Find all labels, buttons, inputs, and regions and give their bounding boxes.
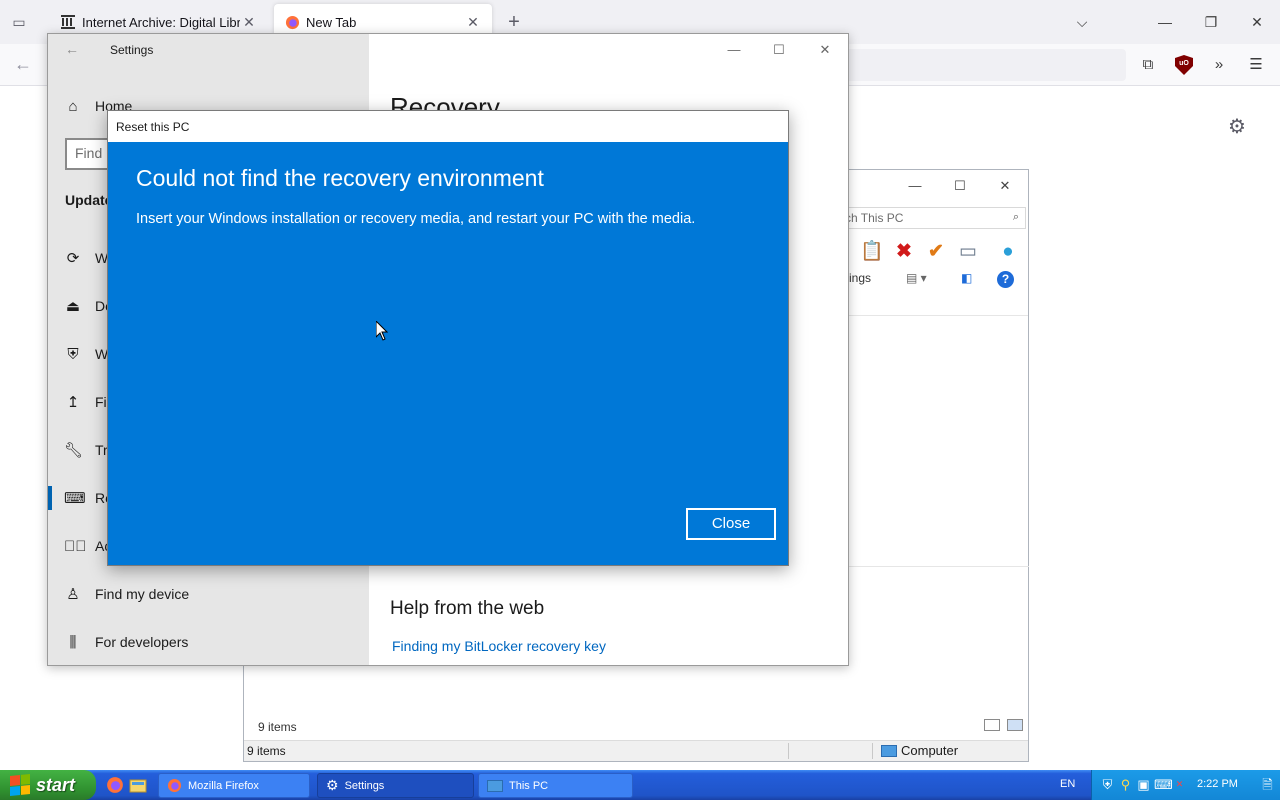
view-layout-dropdown-icon[interactable]: ▤ ▾ <box>906 271 927 285</box>
explorer-quicklaunch-icon[interactable] <box>129 776 147 794</box>
minimize-icon[interactable]: — <box>719 40 749 60</box>
computer-icon <box>487 779 503 792</box>
list-all-tabs-icon[interactable]: ▭ <box>10 13 28 31</box>
taskbar-item-settings[interactable]: ⚙ Settings <box>317 773 474 798</box>
search-placeholder: rch This PC <box>841 211 904 225</box>
sidebar-item-find-my-device[interactable]: ♙ Find my device <box>48 574 369 614</box>
reset-pc-dialog: Reset this PC Could not find the recover… <box>107 110 789 566</box>
tab-overflow-chevron-icon[interactable]: ⌵ <box>1070 10 1094 34</box>
dialog-message: Insert your Windows installation or reco… <box>136 211 696 227</box>
wrench-icon: 🔧︎ <box>64 442 84 459</box>
start-button[interactable]: start <box>0 770 96 800</box>
search-placeholder: Find <box>75 145 103 161</box>
find-device-icon: ♙ <box>66 586 80 603</box>
dialog-title: Reset this PC <box>108 111 788 142</box>
status-location-label: Computer <box>901 743 959 758</box>
gear-icon: ⚙ <box>326 777 339 793</box>
maximize-icon[interactable]: ☐ <box>764 40 794 60</box>
details-view-icon[interactable] <box>984 719 1000 731</box>
notes-icon[interactable]: 🗎︎ <box>1260 777 1275 792</box>
section-heading: Update <box>65 192 113 208</box>
display-icon[interactable]: ▣ <box>1136 777 1151 792</box>
minimize-icon[interactable]: — <box>1153 10 1177 34</box>
tab-label: New Tab <box>306 14 357 30</box>
help-section-title: Help from the web <box>390 598 545 619</box>
preview-pane-icon[interactable]: ◧ <box>961 271 972 285</box>
delivery-optimization-icon: ⏏ <box>65 298 81 315</box>
home-icon: ⌂ <box>68 97 78 115</box>
status-bar: 9 items Computer <box>244 740 1028 761</box>
close-icon[interactable]: ✕ <box>1245 10 1269 34</box>
taskbar-item-label: Mozilla Firefox <box>188 779 259 792</box>
content-divider <box>849 566 1029 567</box>
close-icon[interactable]: ✕ <box>810 40 840 60</box>
clock[interactable]: 2:22 PM <box>1197 778 1238 790</box>
window-title: Settings <box>110 43 154 57</box>
language-indicator[interactable]: EN <box>1060 778 1075 790</box>
recovery-icon: ⌨ <box>64 490 86 507</box>
activation-check-icon: ✓⃝ <box>64 537 87 555</box>
sidebar-item-for-developers[interactable]: ⫼ For developers <box>48 622 369 662</box>
taskbar: start Mozilla Firefox ⚙ Settings This PC… <box>0 770 1280 800</box>
taskbar-item-label: Settings <box>344 779 385 792</box>
close-button[interactable]: Close <box>686 508 776 540</box>
firefox-icon <box>167 778 182 793</box>
mouse-cursor-icon <box>375 319 389 344</box>
taskbar-item-this-pc[interactable]: This PC <box>478 773 633 798</box>
security-shield-icon[interactable]: ⛨ <box>1100 777 1115 792</box>
back-arrow-icon[interactable]: ← <box>65 41 79 57</box>
firefox-quicklaunch-icon[interactable] <box>106 776 124 794</box>
computer-icon <box>881 744 897 757</box>
network-disconnected-icon[interactable]: ⌨ <box>1154 777 1173 792</box>
sidebar-item-label: For developers <box>95 634 189 650</box>
delete-x-icon[interactable]: ✖ <box>891 240 917 264</box>
start-label: start <box>36 774 76 795</box>
developer-tools-icon: ⫼ <box>69 633 77 651</box>
close-tab-icon[interactable]: ✕ <box>464 14 482 31</box>
taskbar-item-label: This PC <box>509 779 549 792</box>
overflow-chevrons-icon[interactable]: » <box>1208 54 1230 76</box>
shield-icon: ⛨ <box>67 345 79 363</box>
close-tab-icon[interactable]: ✕ <box>240 14 258 31</box>
tab-label: Internet Archive: Digital Library <box>82 14 240 30</box>
sidebar-item-label: Tr <box>95 442 108 458</box>
search-this-pc-input[interactable]: rch This PC ⌕ <box>834 207 1026 229</box>
archive-favicon-icon <box>60 14 76 30</box>
help-question-icon[interactable]: ? <box>997 271 1014 288</box>
dialog-heading: Could not find the recovery environment <box>136 165 544 191</box>
backup-arrow-icon: ↥ <box>66 394 80 411</box>
bitlocker-help-link[interactable]: Finding my BitLocker recovery key <box>392 638 606 654</box>
tiles-view-icon[interactable] <box>1007 719 1023 731</box>
status-divider <box>872 743 873 759</box>
sidebar-item-label: Find my device <box>95 586 190 602</box>
page-settings-gear-icon[interactable]: ⚙ <box>1228 114 1246 139</box>
firefox-favicon-icon <box>284 14 300 30</box>
system-tray: ⛨ ⚲ ▣ ⌨ ✕ 2:22 PM 🗎︎ <box>1091 770 1280 800</box>
back-arrow-icon[interactable]: ← <box>14 54 32 75</box>
network-globe-icon[interactable]: ● <box>995 240 1021 264</box>
status-location: Computer <box>881 743 958 758</box>
new-tab-button[interactable]: + <box>503 11 525 33</box>
status-divider <box>788 743 789 759</box>
windows-flag-icon <box>10 773 30 797</box>
taskbar-item-firefox[interactable]: Mozilla Firefox <box>158 773 310 798</box>
maximize-icon[interactable]: ☐ <box>945 176 975 196</box>
view-options-label[interactable]: ings <box>849 271 871 285</box>
sync-icon: ⟳ <box>66 250 80 267</box>
rename-field-icon[interactable]: ▭ <box>955 240 981 264</box>
error-x-icon[interactable]: ✕ <box>1172 777 1187 792</box>
status-items-count: 9 items <box>247 744 286 758</box>
restore-icon[interactable]: ❐ <box>1199 10 1223 34</box>
paste-clipboard-icon[interactable]: 📋 <box>859 240 885 264</box>
extensions-icon[interactable]: ⧉ <box>1137 54 1159 76</box>
hamburger-menu-icon[interactable]: ☰ <box>1245 54 1267 76</box>
close-icon[interactable]: ✕ <box>990 176 1020 196</box>
minimize-icon[interactable]: — <box>900 176 930 196</box>
magnifier-icon[interactable]: ⚲ <box>1118 777 1133 792</box>
search-icon: ⌕ <box>1012 211 1019 223</box>
items-count: 9 items <box>258 720 297 734</box>
checkmark-icon[interactable]: ✔ <box>923 240 949 264</box>
